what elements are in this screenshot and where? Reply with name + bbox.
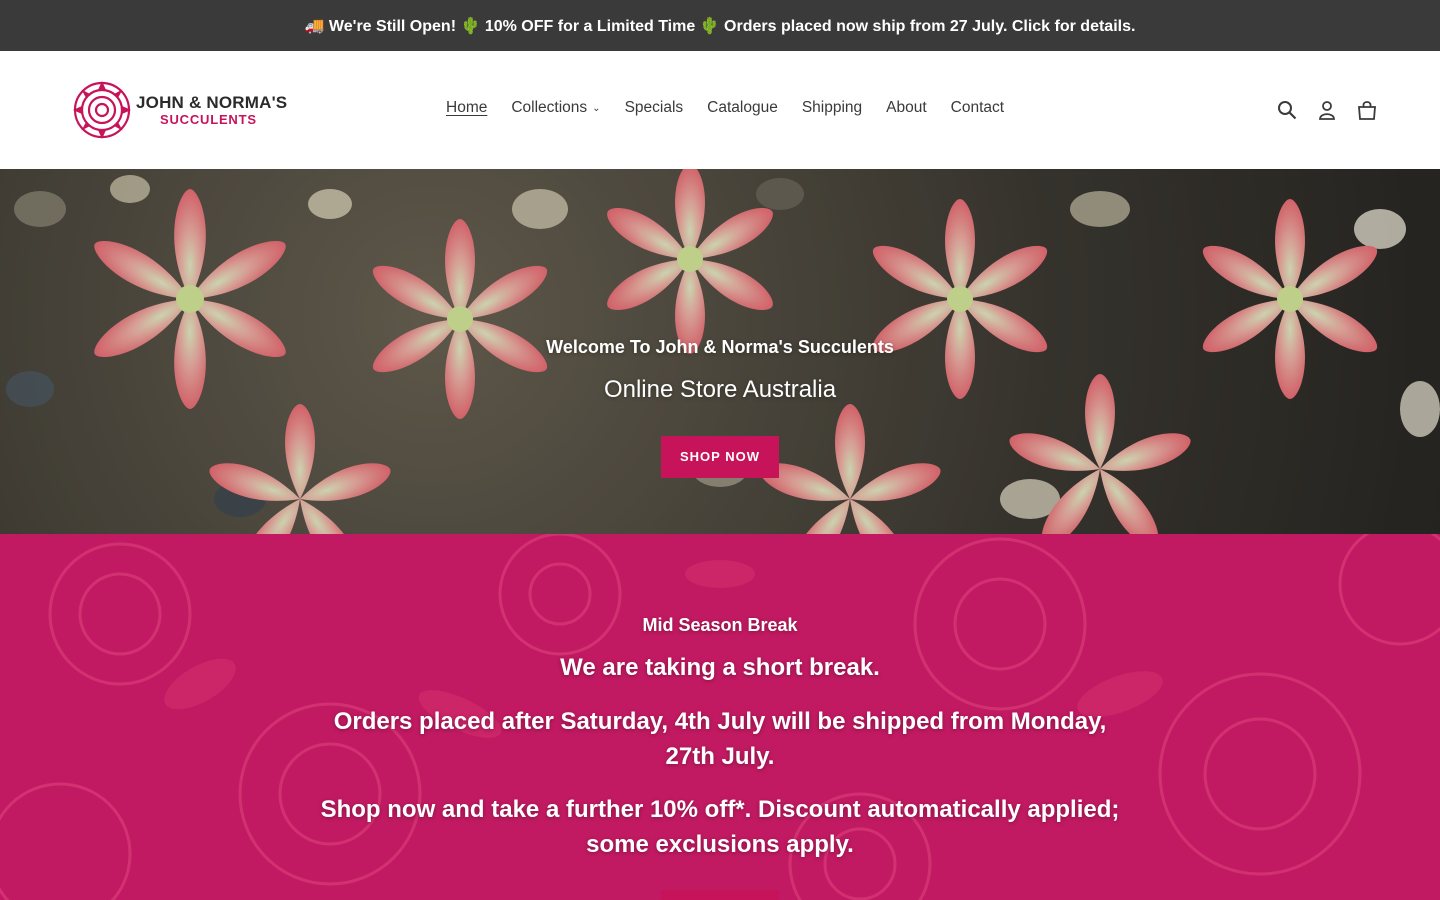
nav-shipping-label: Shipping [801, 99, 863, 116]
nav-home[interactable]: Home [446, 99, 487, 117]
brand-tagline: SUCCULENTS [160, 112, 257, 127]
promo-button[interactable] [661, 890, 779, 900]
promo-kicker: Mid Season Break [642, 615, 798, 635]
cart-icon[interactable] [1354, 97, 1380, 123]
nav-about-label: About [886, 99, 927, 116]
account-icon[interactable] [1314, 97, 1340, 123]
promo-discount-note: Shop now and take a further 10% off*. Di… [320, 796, 1120, 858]
hero-title: Online Store Australia [603, 376, 837, 403]
nav-collections[interactable]: Collections ⌄ [511, 99, 600, 117]
succulent-logo-icon [73, 81, 131, 139]
announcement-text[interactable]: 🚚 We're Still Open! 🌵 10% OFF for a Limi… [305, 16, 1136, 36]
nav-contact-label: Contact [950, 99, 1005, 116]
nav-specials-label: Specials [624, 99, 684, 116]
hero-shop-now-button[interactable]: SHOP NOW [661, 436, 779, 478]
nav-collections-label: Collections [511, 99, 588, 116]
brand-logo[interactable]: JOHN & NORMA'S SUCCULENTS [72, 79, 302, 141]
promo-heading: We are taking a short break. [560, 654, 880, 681]
site-header: JOHN & NORMA'S SUCCULENTS Home Collectio… [0, 51, 1440, 169]
promo-section: Mid Season Break We are taking a short b… [0, 534, 1440, 900]
nav-contact[interactable]: Contact [951, 99, 1004, 117]
nav-catalogue[interactable]: Catalogue [707, 99, 778, 117]
announcement-bar[interactable]: 🚚 We're Still Open! 🌵 10% OFF for a Limi… [0, 0, 1440, 51]
nav-specials[interactable]: Specials [625, 99, 684, 117]
main-nav: Home Collections ⌄ Specials Catalogue Shi… [446, 99, 1028, 117]
nav-shipping[interactable]: Shipping [802, 99, 862, 117]
brand-name: JOHN & NORMA'S [136, 93, 288, 112]
hero-banner: Welcome To John & Norma's Succulents Onl… [0, 169, 1440, 534]
header-actions [1260, 97, 1380, 123]
search-icon[interactable] [1274, 97, 1300, 123]
hero-subtitle: Welcome To John & Norma's Succulents [546, 337, 894, 357]
nav-home-label: Home [446, 99, 488, 116]
nav-catalogue-label: Catalogue [707, 99, 778, 116]
chevron-down-icon: ⌄ [592, 102, 601, 114]
nav-about[interactable]: About [886, 99, 927, 117]
promo-shipping-note: Orders placed after Saturday, 4th July w… [333, 708, 1107, 770]
